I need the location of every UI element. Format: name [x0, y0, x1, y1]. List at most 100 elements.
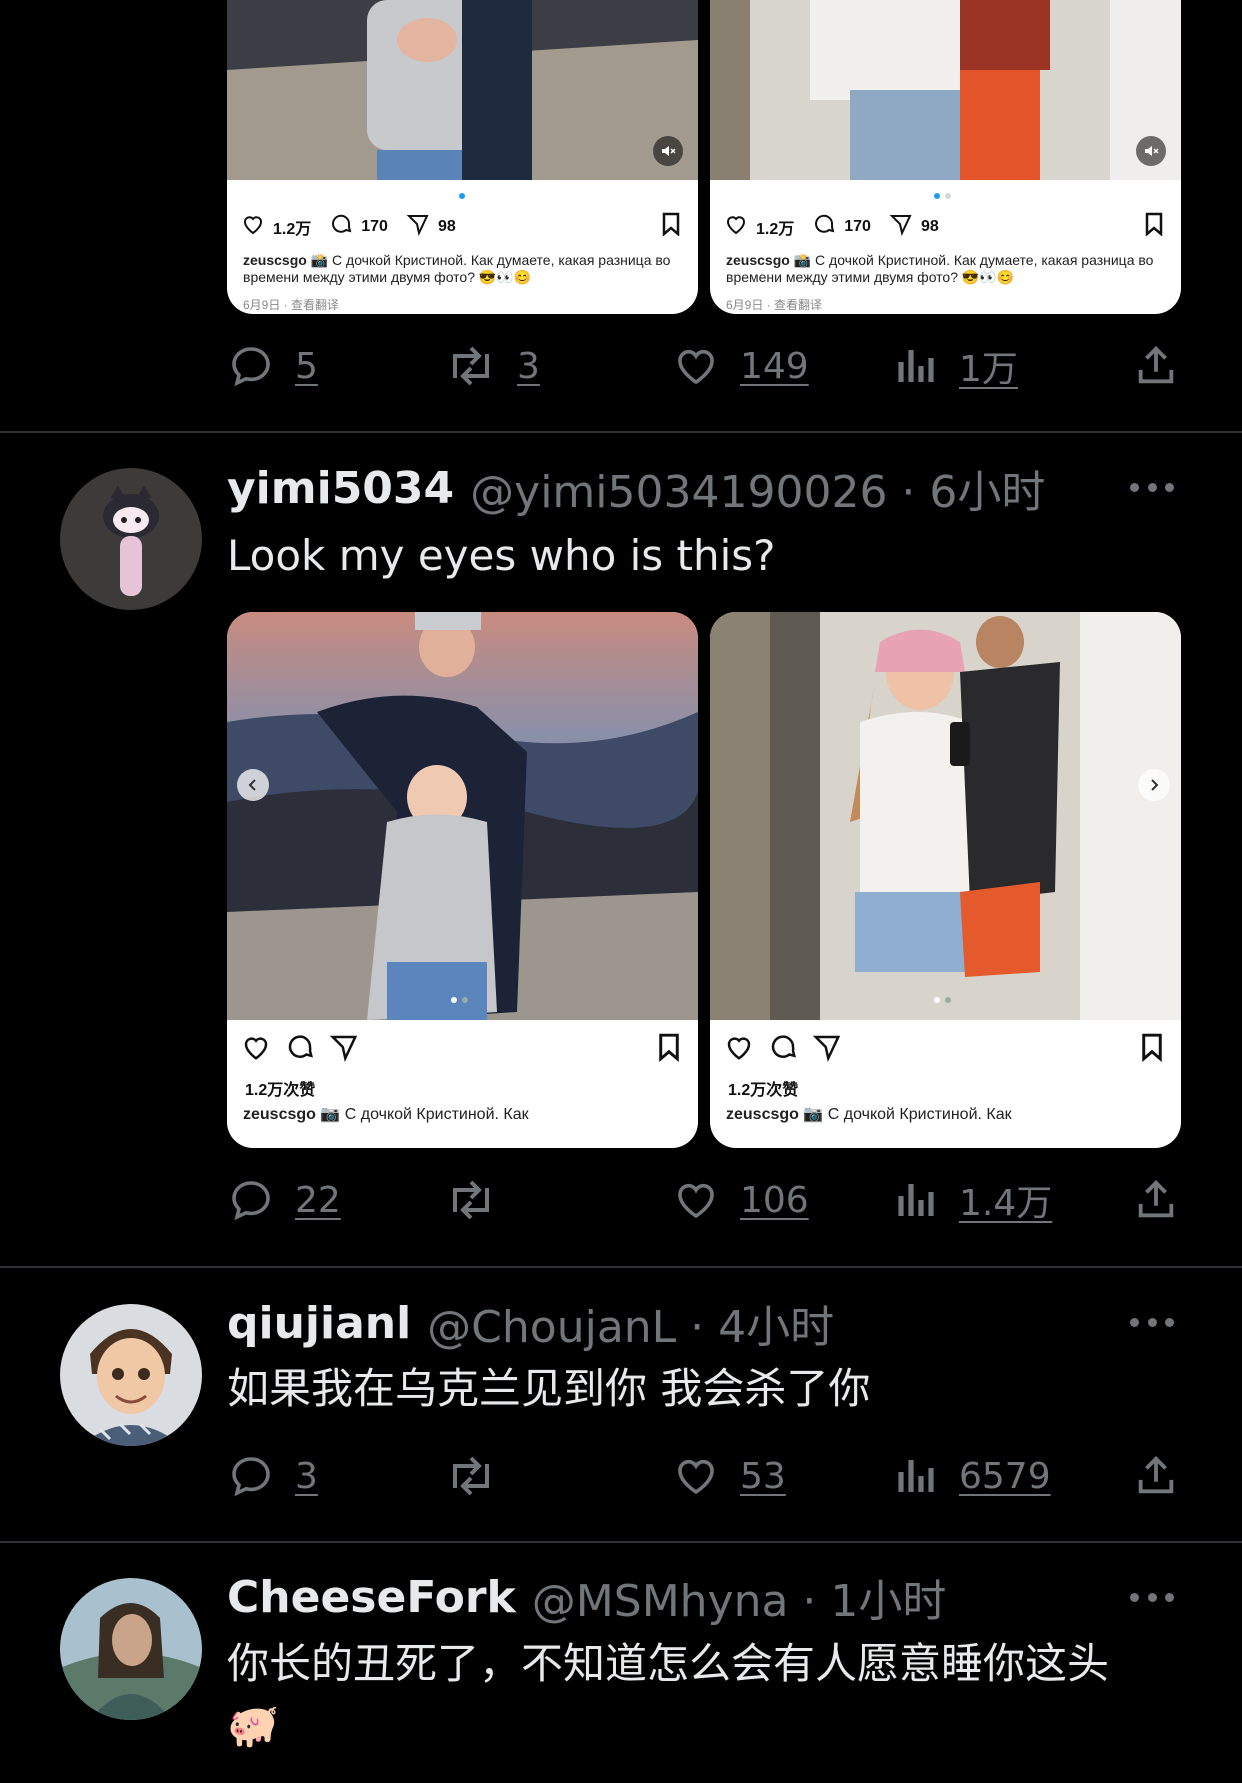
tweet-yimi5034[interactable]: yimi5034 @yimi5034190026 · 6小时 Look my e…: [0, 433, 1242, 1266]
ig-shares-count: 98: [920, 217, 939, 235]
reply-icon: [227, 342, 275, 390]
tweet-qiujianl[interactable]: qiujianl @ChoujanL · 4小时 如果我在乌克兰见到你 我会杀了…: [0, 1268, 1242, 1542]
media-image-left[interactable]: 1.2万次赞 zeuscsgo 📷 С дочкой Кристиной. Ка…: [227, 612, 698, 1148]
like-count: 106: [740, 1179, 809, 1221]
ig-caption-user: zeuscsgo: [726, 252, 790, 268]
share-button[interactable]: [1133, 1446, 1179, 1506]
reply-count: 22: [295, 1179, 341, 1221]
like-button[interactable]: 149: [672, 336, 809, 396]
heart-icon: [241, 1032, 271, 1067]
send-icon: [406, 212, 430, 241]
like-icon: [672, 1452, 720, 1500]
views-icon: [895, 1452, 939, 1500]
like-count: 53: [740, 1455, 786, 1497]
send-icon: [329, 1032, 359, 1067]
media-image-right[interactable]: 1.2万次赞 zeuscsgo 📷 С дочкой Кристиной. Ка…: [710, 612, 1181, 1148]
send-icon: [889, 212, 913, 241]
tweet-header: qiujianl @ChoujanL · 4小时: [227, 1295, 834, 1354]
ig-caption-text: 📸 С дочкой Кристиной. Как думаете, какая…: [243, 252, 671, 285]
handle-and-time[interactable]: @ChoujanL · 4小时: [427, 1291, 834, 1355]
display-name[interactable]: yimi5034: [227, 463, 454, 514]
tweet-media[interactable]: 1.2万 170 98 zeuscsgo 📸 С дочкой Кристино…: [227, 0, 1181, 314]
tweet-actions: 3 53 6579: [227, 1446, 1187, 1506]
comment-icon: [768, 1032, 798, 1067]
ig-likes-count: 1.2万: [756, 220, 795, 238]
handle-and-time[interactable]: @yimi5034190026 · 6小时: [470, 456, 1045, 520]
media-image-left[interactable]: 1.2万 170 98 zeuscsgo 📸 С дочкой Кристино…: [227, 0, 698, 314]
ig-caption-user: zeuscsgo: [243, 1106, 316, 1123]
retweet-button[interactable]: 3: [445, 336, 540, 396]
ig-caption: zeuscsgo 📷 С дочкой Кристиной. Как: [243, 1106, 682, 1123]
media-image-right[interactable]: 1.2万 170 98 zeuscsgo 📸 С дочкой Кристино…: [710, 0, 1181, 314]
retweet-button[interactable]: [445, 1170, 517, 1230]
tweet-previous[interactable]: 1.2万 170 98 zeuscsgo 📸 С дочкой Кристино…: [0, 0, 1242, 432]
more-icon[interactable]: [1130, 483, 1174, 495]
ig-caption: zeuscsgo 📷 С дочкой Кристиной. Как: [726, 1106, 1165, 1123]
avatar[interactable]: [60, 1304, 202, 1446]
next-image-arrow[interactable]: [1138, 769, 1170, 801]
carousel-dots: [934, 997, 951, 1003]
reply-count: 3: [295, 1455, 318, 1497]
share-icon: [1133, 1452, 1179, 1500]
mute-icon[interactable]: [653, 136, 683, 166]
mute-icon[interactable]: [1136, 136, 1166, 166]
share-button[interactable]: [1133, 336, 1179, 396]
photo: [227, 612, 698, 1020]
photo: [710, 612, 1181, 1020]
retweet-icon: [445, 1176, 497, 1224]
views-count: 6579: [959, 1455, 1051, 1497]
ig-shares-count: 98: [437, 217, 456, 235]
retweet-button[interactable]: [445, 1446, 517, 1506]
share-icon: [1133, 1176, 1179, 1224]
tweet-header: yimi5034 @yimi5034190026 · 6小时: [227, 460, 1045, 519]
comment-icon: [329, 212, 353, 241]
reply-button[interactable]: 5: [227, 336, 318, 396]
previous-image-arrow[interactable]: [237, 769, 269, 801]
send-icon: [812, 1032, 842, 1067]
tweet-header: CheeseFork @MSMhyna · 1小时: [227, 1569, 946, 1628]
views-icon: [895, 1176, 939, 1224]
like-icon: [672, 342, 720, 390]
ig-caption: zeuscsgo 📸 С дочкой Кристиной. Как думае…: [243, 252, 682, 286]
more-icon[interactable]: [1130, 1318, 1174, 1330]
views-icon: [895, 342, 939, 390]
reply-icon: [227, 1452, 275, 1500]
reply-count: 5: [295, 345, 318, 387]
ig-likes-count: 1.2万: [273, 220, 312, 238]
avatar[interactable]: [60, 1578, 202, 1720]
tweet-text: 你长的丑死了，不知道怎么会有人愿意睡你这头🐖: [227, 1639, 1110, 1750]
display-name[interactable]: qiujianl: [227, 1298, 411, 1349]
display-name[interactable]: CheeseFork: [227, 1572, 516, 1623]
more-icon[interactable]: [1130, 1593, 1174, 1605]
ig-caption-text: 📸 С дочкой Кристиной. Как думаете, какая…: [726, 252, 1154, 285]
views-button[interactable]: 6579: [895, 1446, 1051, 1506]
ig-caption-user: zeuscsgo: [726, 1106, 799, 1123]
share-button[interactable]: [1133, 1170, 1179, 1230]
ig-caption-text: 📷 С дочкой Кристиной. Как: [320, 1106, 529, 1123]
ig-likes-label: 1.2万次赞: [245, 1082, 316, 1099]
tweet-actions: 5 3 149 1万: [227, 336, 1187, 396]
photo: [227, 0, 698, 180]
tweet-media[interactable]: 1.2万次赞 zeuscsgo 📷 С дочкой Кристиной. Ка…: [227, 612, 1181, 1148]
ig-date: 6月9日 · 查看翻译: [726, 298, 823, 312]
tweet-text: 如果我在乌克兰见到你 我会杀了你: [227, 1364, 871, 1413]
reply-button[interactable]: 3: [227, 1446, 318, 1506]
comment-icon: [812, 212, 836, 241]
like-button[interactable]: 106: [672, 1170, 809, 1230]
handle-and-time[interactable]: @MSMhyna · 1小时: [532, 1565, 947, 1629]
bookmark-icon: [1143, 212, 1165, 241]
tweet-cheesefork[interactable]: CheeseFork @MSMhyna · 1小时 你长的丑死了，不知道怎么会有…: [0, 1543, 1242, 1783]
ig-comments-count: 170: [844, 217, 871, 235]
carousel-dots: [459, 193, 465, 199]
avatar[interactable]: [60, 468, 202, 610]
tweet-actions: 22 106 1.4万: [227, 1170, 1187, 1230]
ig-likes-label: 1.2万次赞: [728, 1082, 799, 1099]
reply-button[interactable]: 22: [227, 1170, 341, 1230]
ig-date: 6月9日 · 查看翻译: [243, 298, 340, 312]
like-icon: [672, 1176, 720, 1224]
views-button[interactable]: 1.4万: [895, 1170, 1052, 1230]
views-button[interactable]: 1万: [895, 336, 1018, 396]
views-count: 1.4万: [959, 1183, 1053, 1224]
like-button[interactable]: 53: [672, 1446, 786, 1506]
ig-caption-text: 📷 С дочкой Кристиной. Как: [803, 1106, 1012, 1123]
